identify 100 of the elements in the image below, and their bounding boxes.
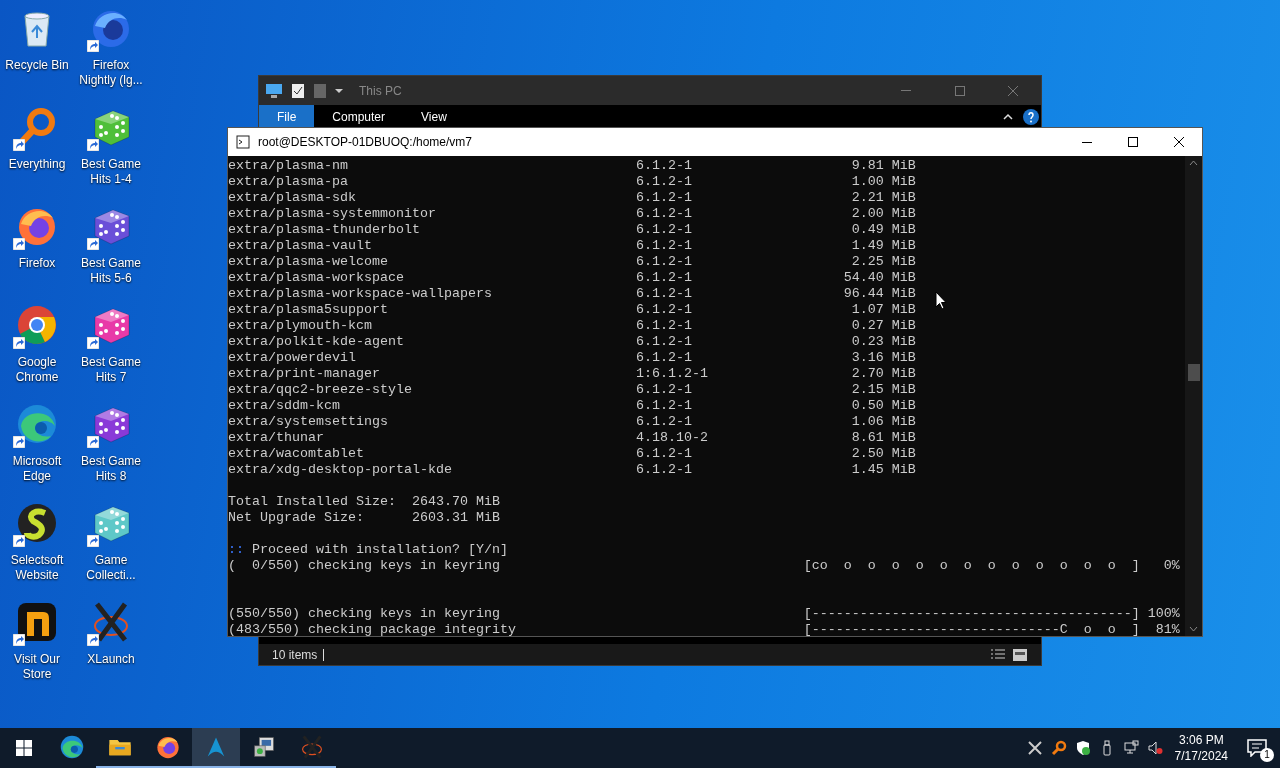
package-version: 6.1.2-1 xyxy=(635,350,692,366)
notification-count: 1 xyxy=(1260,748,1274,762)
ribbon-tab[interactable]: View xyxy=(403,105,465,129)
package-size: 9.81 MiB xyxy=(851,158,916,174)
desktop-icon-label[interactable]: Selectsoft Website xyxy=(0,553,74,583)
progress-label: ( 0/550) checking keys in keyring xyxy=(228,558,500,574)
close-icon[interactable] xyxy=(1007,84,1019,97)
package-name: extra/polkit-kde-agent xyxy=(228,334,404,350)
desktop-icon-label[interactable]: Firefox Nightly (lg... xyxy=(74,58,148,88)
desktop-icon-label[interactable]: Best Game Hits 1-4 xyxy=(74,157,148,187)
desktop-icon-label[interactable]: Best Game Hits 8 xyxy=(74,454,148,484)
chrome-icon xyxy=(15,303,59,347)
close-icon xyxy=(1173,136,1185,148)
desktop-icon-label[interactable]: Everything xyxy=(7,157,67,172)
network-icon[interactable] xyxy=(1122,740,1139,756)
package-version: 6.1.2-1 xyxy=(635,318,692,334)
collapse-ribbon-icon[interactable] xyxy=(1003,113,1013,121)
prompt-text: Proceed with installation? [Y/n] xyxy=(252,542,508,558)
n-logo-icon xyxy=(15,600,59,644)
properties-icon[interactable] xyxy=(291,82,305,99)
desktop-icon-label[interactable]: Firefox xyxy=(17,256,57,271)
package-size: 1.07 MiB xyxy=(851,302,916,318)
progress-bar-text: [-------------------------------C o o ] xyxy=(803,622,1140,636)
package-name: extra/plasma-systemmonitor xyxy=(228,206,436,222)
package-name: extra/plasma-workspace xyxy=(228,270,404,286)
package-name: extra/plasma-pa xyxy=(228,174,348,190)
item-count: 10 items xyxy=(272,646,318,664)
package-name: extra/xdg-desktop-portal-kde xyxy=(228,462,452,478)
package-version: 4.18.10-2 xyxy=(635,430,708,446)
package-name: extra/print-manager xyxy=(228,366,380,382)
x-logo-icon[interactable] xyxy=(1026,740,1043,756)
package-version: 6.1.2-1 xyxy=(635,462,692,478)
s-logo-icon xyxy=(15,501,59,545)
package-name: extra/systemsettings xyxy=(228,414,388,430)
scroll-up-icon[interactable] xyxy=(1189,160,1198,166)
package-version: 6.1.2-1 xyxy=(635,190,692,206)
package-size: 1.49 MiB xyxy=(851,238,916,254)
package-size: 0.50 MiB xyxy=(851,398,916,414)
package-version: 6.1.2-1 xyxy=(635,222,692,238)
clock-date: 7/17/2024 xyxy=(1174,748,1228,764)
package-size: 8.61 MiB xyxy=(851,430,916,446)
clock[interactable]: 3:06 PM 7/17/2024 xyxy=(1168,728,1234,768)
package-version: 6.1.2-1 xyxy=(635,414,692,430)
shield-icon[interactable] xyxy=(1074,740,1091,756)
progress-percent: 100% xyxy=(1147,606,1180,622)
package-size: 2.70 MiB xyxy=(851,366,916,382)
package-size: 2.21 MiB xyxy=(851,190,916,206)
help-icon[interactable] xyxy=(1023,109,1039,125)
package-version: 6.1.2-1 xyxy=(635,174,692,190)
prompt-marker: :: xyxy=(228,542,244,558)
summary-line: Total Installed Size: 2643.70 MiB xyxy=(228,494,500,509)
terminal-icon xyxy=(236,135,250,149)
computer-icon xyxy=(265,82,283,99)
package-size: 1.45 MiB xyxy=(851,462,916,478)
window-title: root@DESKTOP-01DBUOQ:/home/vm7 xyxy=(258,134,473,151)
package-size: 2.15 MiB xyxy=(851,382,916,398)
scrollbar[interactable] xyxy=(1185,156,1202,636)
package-name: extra/plasma-workspace-wallpapers xyxy=(228,286,492,302)
scroll-thumb[interactable] xyxy=(1187,364,1200,381)
package-size: 96.44 MiB xyxy=(843,286,916,302)
package-size: 1.00 MiB xyxy=(851,174,916,190)
tiles-view-icon[interactable] xyxy=(1012,647,1028,662)
dropdown-caret-icon[interactable] xyxy=(335,86,343,95)
progress-percent: 81% xyxy=(1155,622,1180,636)
magnifier-icon[interactable] xyxy=(1050,740,1067,756)
installer-icon xyxy=(251,734,277,760)
desktop-icon-label[interactable]: Google Chrome xyxy=(0,355,74,385)
package-name: extra/plasma5support xyxy=(228,302,388,318)
package-name: extra/plasma-vault xyxy=(228,238,372,254)
mouse-pointer-icon xyxy=(935,291,947,310)
package-name: extra/wacomtablet xyxy=(228,446,364,462)
package-version: 6.1.2-1 xyxy=(635,254,692,270)
package-version: 6.1.2-1 xyxy=(635,302,692,318)
wave-swirl-icon xyxy=(15,402,59,446)
desktop-icon-label[interactable]: Best Game Hits 7 xyxy=(74,355,148,385)
ribbon-tab[interactable]: Computer xyxy=(314,105,404,129)
windows-logo-icon xyxy=(16,740,32,756)
scroll-down-icon[interactable] xyxy=(1189,626,1198,632)
package-version: 6.1.2-1 xyxy=(635,446,692,462)
package-version: 1:6.1.2-1 xyxy=(635,366,708,382)
package-size: 2.25 MiB xyxy=(851,254,916,270)
speaker-muted-icon[interactable] xyxy=(1146,740,1163,756)
ribbon-tab[interactable]: File xyxy=(259,105,315,129)
desktop-icon-label[interactable]: Microsoft Edge xyxy=(0,454,74,484)
desktop-icon-label[interactable]: Visit Our Store xyxy=(0,652,74,682)
folder-icon[interactable] xyxy=(313,82,327,99)
desktop-icon-label[interactable]: XLaunch xyxy=(86,652,136,667)
package-name: extra/plasma-welcome xyxy=(228,254,388,270)
package-size: 2.50 MiB xyxy=(851,446,916,462)
desktop-icon-label[interactable]: Game Collecti... xyxy=(74,553,148,583)
desktop-icon-label[interactable]: Recycle Bin xyxy=(4,58,70,73)
desktop-icon-label[interactable]: Best Game Hits 5-6 xyxy=(74,256,148,286)
package-name: extra/plasma-nm xyxy=(228,158,348,174)
notification-button[interactable]: 1 xyxy=(1234,728,1280,768)
package-version: 6.1.2-1 xyxy=(635,270,692,286)
package-size: 1.06 MiB xyxy=(851,414,916,430)
package-name: extra/powerdevil xyxy=(228,350,356,366)
package-name: extra/plasma-thunderbolt xyxy=(228,222,420,238)
details-view-icon[interactable] xyxy=(990,647,1006,662)
package-size: 3.16 MiB xyxy=(851,350,916,366)
